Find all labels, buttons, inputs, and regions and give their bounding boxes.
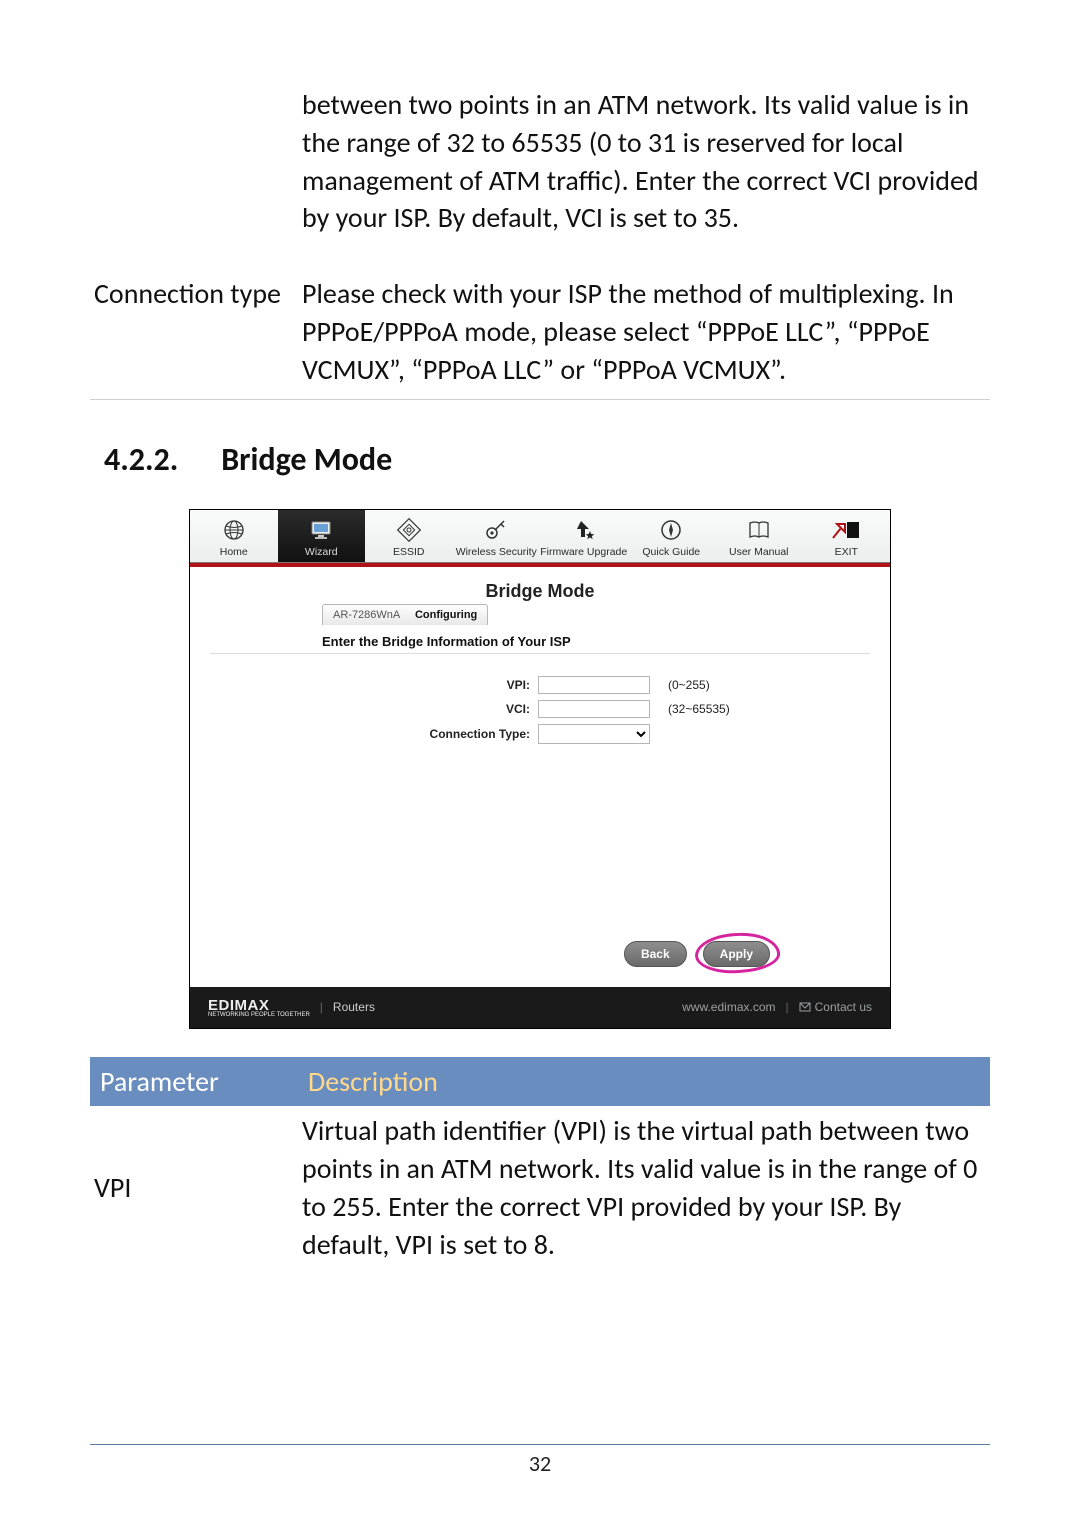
compass-icon	[628, 516, 716, 544]
section-number: 4.2.2.	[104, 440, 214, 479]
vpi-row: VPI: (0~255)	[210, 676, 870, 694]
page-number: 32	[0, 1450, 1080, 1477]
back-button[interactable]: Back	[624, 941, 687, 967]
monitor-icon	[278, 516, 366, 544]
mail-icon	[799, 1001, 811, 1013]
param-table-header: Parameter Description	[90, 1057, 990, 1107]
nav-home[interactable]: Home	[190, 510, 278, 562]
nav-essid-label: ESSID	[393, 546, 425, 558]
vci-row: VCI: (32~65535)	[210, 700, 870, 718]
nav-essid[interactable]: ESSID	[365, 510, 453, 562]
footer-divider: |	[320, 1000, 323, 1014]
param-row1-desc: Virtual path identifier (VPI) is the vir…	[298, 1106, 990, 1269]
device-model: AR-7286WnA	[333, 609, 400, 621]
vpi-label: VPI:	[210, 678, 538, 692]
footer-divider-2: |	[786, 1000, 789, 1014]
screenshot-nav: Home Wizard ESSID Wireless Security	[190, 510, 890, 563]
product-category: Routers	[333, 1000, 375, 1014]
bottom-parameter-table: Parameter Description VPI Virtual path i…	[90, 1057, 990, 1270]
vpi-input[interactable]	[538, 676, 650, 694]
exit-icon	[803, 516, 891, 544]
device-state: Configuring	[415, 609, 477, 621]
vci-hint: (32~65535)	[668, 702, 730, 716]
footer-url[interactable]: www.edimax.com	[682, 1000, 775, 1014]
globe-icon	[190, 516, 278, 544]
arrow-star-icon	[540, 516, 628, 544]
param-header-description: Description	[298, 1057, 990, 1107]
vpi-hint: (0~255)	[668, 678, 710, 692]
bridge-form: VPI: (0~255) VCI: (32~65535) Connection …	[210, 676, 870, 744]
param-header-parameter: Parameter	[90, 1057, 298, 1107]
section-title: Bridge Mode	[221, 440, 392, 479]
nav-quick-guide[interactable]: Quick Guide	[628, 510, 716, 562]
nav-user-manual[interactable]: User Manual	[715, 510, 803, 562]
nav-firmware-upgrade[interactable]: Firmware Upgrade	[540, 510, 628, 562]
screenshot-title: Bridge Mode	[210, 581, 870, 602]
apply-button[interactable]: Apply	[703, 941, 770, 967]
brand-tagline: NETWORKING PEOPLE TOGETHER	[208, 1012, 310, 1018]
nav-wizard-label: Wizard	[305, 546, 338, 558]
router-screenshot: Home Wizard ESSID Wireless Security	[189, 509, 891, 1029]
conn-type-row: Connection Type:	[210, 724, 870, 744]
contact-label: Contact us	[815, 1000, 872, 1014]
nav-exit-label: EXIT	[835, 546, 858, 558]
nav-manual-label: User Manual	[729, 546, 789, 558]
key-icon	[453, 516, 541, 544]
book-icon	[715, 516, 803, 544]
screenshot-subheading: Enter the Bridge Information of Your ISP	[210, 624, 870, 654]
nav-wireless-label: Wireless Security	[456, 546, 537, 558]
nav-firmware-label: Firmware Upgrade	[540, 546, 627, 558]
conn-type-label: Connection Type:	[210, 727, 538, 741]
apply-highlight-circle: Apply	[703, 941, 770, 967]
brand-logo: EDIMAX NETWORKING PEOPLE TOGETHER	[208, 997, 310, 1018]
conn-type-select[interactable]	[538, 724, 650, 744]
param-row1-label: VPI	[90, 1106, 298, 1269]
section-heading: 4.2.2. Bridge Mode	[104, 440, 990, 479]
top-parameter-table: between two points in an ATM network. It…	[90, 80, 990, 400]
top-row2-desc: Please check with your ISP the method of…	[298, 269, 990, 399]
diamond-icon	[365, 516, 453, 544]
top-row1-label	[90, 80, 298, 243]
page-footer-rule	[90, 1444, 990, 1445]
nav-home-label: Home	[220, 546, 248, 558]
nav-exit[interactable]: EXIT	[803, 510, 891, 562]
button-row: Back Apply	[624, 941, 770, 967]
top-row1-desc: between two points in an ATM network. It…	[298, 80, 990, 243]
nav-quick-label: Quick Guide	[642, 546, 700, 558]
vci-label: VCI:	[210, 702, 538, 716]
nav-wizard[interactable]: Wizard	[278, 510, 366, 562]
contact-link[interactable]: Contact us	[799, 1000, 872, 1014]
nav-wireless-security[interactable]: Wireless Security	[453, 510, 541, 562]
device-tab[interactable]: AR-7286WnA Configuring	[322, 604, 488, 625]
top-row2-label: Connection type	[90, 269, 298, 399]
screenshot-body: Bridge Mode AR-7286WnA Configuring Enter…	[190, 567, 890, 987]
screenshot-footer: EDIMAX NETWORKING PEOPLE TOGETHER | Rout…	[190, 987, 890, 1028]
vci-input[interactable]	[538, 700, 650, 718]
